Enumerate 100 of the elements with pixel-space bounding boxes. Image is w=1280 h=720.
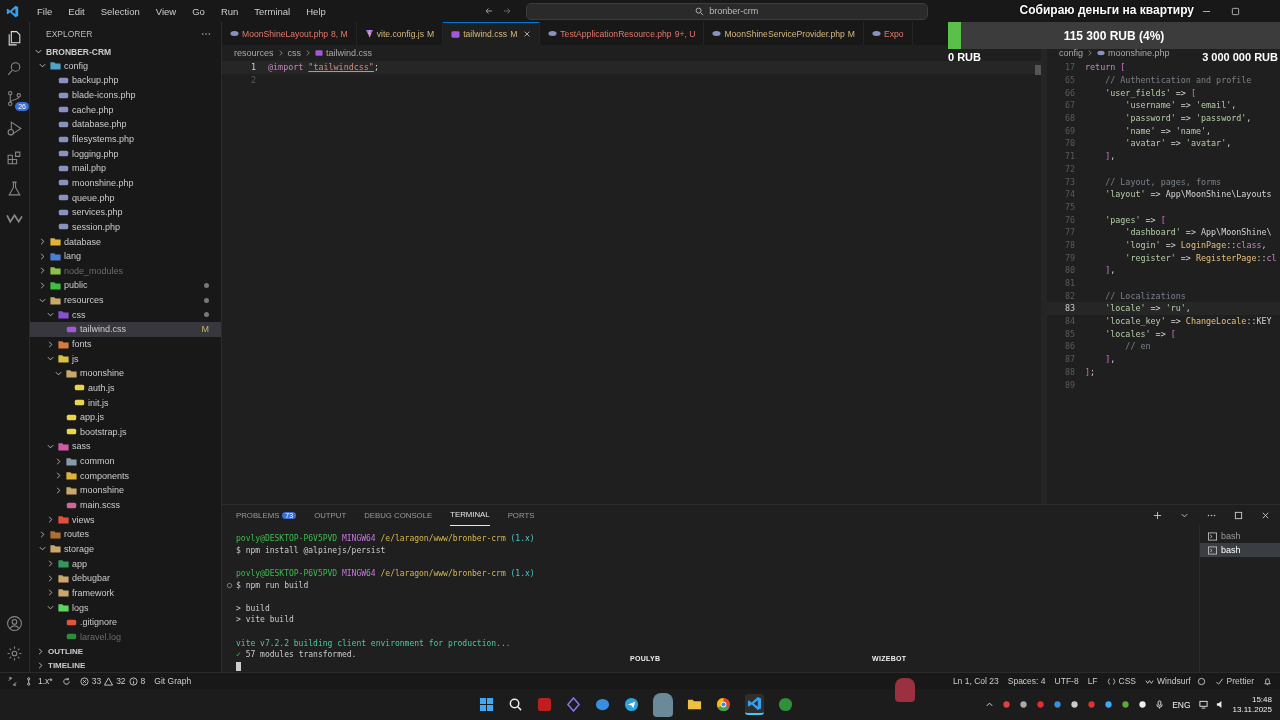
tree-item[interactable]: storage: [30, 541, 221, 557]
flask-icon[interactable]: [6, 180, 23, 197]
breadcrumb-item[interactable]: tailwind.css: [326, 48, 373, 58]
branch-status[interactable]: 1.x*: [26, 676, 53, 686]
chevron-up-icon[interactable]: [985, 700, 995, 709]
status-item[interactable]: CSS: [1106, 676, 1137, 686]
tree-item[interactable]: logging.php: [30, 146, 221, 161]
menu-item[interactable]: Edit: [60, 5, 93, 17]
tree-item[interactable]: public: [30, 278, 221, 293]
clock[interactable]: 15:48 13.11.2025: [1232, 694, 1272, 715]
status-item[interactable]: UTF-8: [1054, 676, 1079, 686]
editor-tab[interactable]: MoonShineLayout.php 8, M: [222, 22, 357, 45]
collapsed-section[interactable]: TIMELINE: [30, 658, 221, 672]
tree-item[interactable]: components: [30, 468, 221, 484]
git-graph-status[interactable]: Git Graph: [154, 676, 192, 686]
tree-item[interactable]: moonshine: [30, 365, 221, 381]
tree-item[interactable]: .gitignore: [30, 614, 221, 630]
tree-item[interactable]: cache.php: [30, 102, 221, 118]
status-item[interactable]: Spaces: 4: [1007, 676, 1046, 686]
tree-item[interactable]: session.php: [30, 219, 221, 235]
tree-item[interactable]: css: [30, 307, 221, 323]
monitor-icon[interactable]: [1198, 700, 1208, 709]
menu-item[interactable]: Go: [184, 5, 213, 17]
menu-item[interactable]: Selection: [92, 5, 148, 17]
close-icon[interactable]: [1261, 510, 1270, 520]
windows-logo-icon[interactable]: [479, 697, 494, 712]
tree-item[interactable]: blade-icons.php: [30, 87, 221, 103]
editor-tab[interactable]: tailwind.css M: [443, 22, 541, 45]
editor-tab[interactable]: Expo: [864, 22, 913, 45]
tree-item[interactable]: mail.php: [30, 161, 221, 176]
tree-item[interactable]: queue.php: [30, 190, 221, 205]
collapsed-section[interactable]: OUTLINE: [30, 644, 221, 659]
terminal-item[interactable]: bash: [1200, 543, 1280, 557]
tree-item[interactable]: tailwind.css M: [30, 322, 221, 337]
breadcrumb-item[interactable]: css: [287, 48, 301, 58]
search-icon[interactable]: [508, 697, 523, 712]
tree-item[interactable]: views: [30, 512, 221, 527]
menu-item[interactable]: View: [147, 5, 185, 17]
tree-item[interactable]: services.php: [30, 204, 221, 220]
breadcrumb-item[interactable]: moonshine.php: [1108, 48, 1170, 58]
terminal-item[interactable]: bash: [1200, 529, 1280, 543]
extensions-icon[interactable]: [6, 150, 23, 167]
tree-item[interactable]: bootstrap.js: [30, 424, 221, 440]
plus-icon[interactable]: [1153, 510, 1162, 520]
tree-item[interactable]: database.php: [30, 117, 221, 132]
remote-icon[interactable]: [8, 676, 17, 686]
taskbar-app[interactable]: [745, 694, 764, 715]
maximize-panel-icon[interactable]: [1234, 510, 1243, 520]
back-arrow-icon[interactable]: [483, 6, 494, 16]
menu-item[interactable]: File: [29, 5, 61, 17]
status-item[interactable]: Windsurf: [1145, 676, 1206, 686]
close-icon[interactable]: [523, 30, 532, 38]
breadcrumb-item[interactable]: config: [1059, 48, 1084, 58]
tree-item[interactable]: config: [30, 58, 221, 74]
tree-item[interactable]: lang: [30, 248, 221, 264]
editor-tab[interactable]: TestApplicationResource.php 9+, U: [540, 22, 705, 45]
bell-icon[interactable]: [1263, 676, 1272, 686]
app-icon[interactable]: [778, 697, 793, 712]
tree-item[interactable]: common: [30, 453, 221, 469]
tree-item[interactable]: resources: [30, 292, 221, 308]
tree-item[interactable]: moonshine: [30, 483, 221, 498]
menu-item[interactable]: Terminal: [246, 5, 299, 17]
microphone-icon[interactable]: [1155, 700, 1165, 709]
tree-item[interactable]: auth.js: [30, 380, 221, 396]
tree-item[interactable]: app.js: [30, 409, 221, 425]
tree-item[interactable]: app: [30, 556, 221, 571]
tree-item[interactable]: debugbar: [30, 570, 221, 586]
editor-tab[interactable]: MoonShineServiceProvider.php M: [704, 22, 864, 45]
chrome-icon[interactable]: [716, 697, 731, 712]
language-indicator[interactable]: ENG: [1172, 699, 1191, 710]
paper-plane-icon[interactable]: [624, 697, 639, 712]
project-title[interactable]: BRONBER-CRM: [46, 46, 112, 57]
problems-status[interactable]: 33 32 8: [79, 676, 146, 686]
tree-item[interactable]: backup.php: [30, 73, 221, 88]
menu-item[interactable]: Run: [212, 5, 247, 17]
tree-item[interactable]: logs: [30, 600, 221, 615]
tree-item[interactable]: moonshine.php: [30, 175, 221, 191]
forward-arrow-icon[interactable]: [501, 6, 512, 16]
tree-item[interactable]: main.scss: [30, 497, 221, 513]
maximize-icon[interactable]: [1231, 6, 1240, 16]
run-debug-icon[interactable]: [6, 120, 23, 137]
account-icon[interactable]: [6, 615, 23, 632]
tree-item[interactable]: filesystems.php: [30, 131, 221, 147]
tree-item[interactable]: framework: [30, 585, 221, 601]
diamond-icon[interactable]: [566, 697, 581, 712]
status-item[interactable]: Ln 1, Col 23: [952, 676, 999, 686]
menu-item[interactable]: Help: [298, 5, 334, 17]
breadcrumb-item[interactable]: resources: [234, 48, 274, 58]
app-icon[interactable]: [537, 697, 552, 712]
command-center[interactable]: bronber-crm: [525, 2, 928, 20]
status-item[interactable]: Prettier: [1214, 676, 1254, 686]
tree-item[interactable]: routes: [30, 527, 221, 542]
tree-item[interactable]: database: [30, 234, 221, 249]
tree-item[interactable]: init.js: [30, 395, 221, 410]
folder-icon[interactable]: [687, 697, 702, 712]
tree-item[interactable]: fonts: [30, 336, 221, 352]
tree-item[interactable]: sass: [30, 439, 221, 454]
tree-item[interactable]: js: [30, 351, 221, 366]
files-icon[interactable]: [6, 30, 23, 47]
sync-icon[interactable]: [61, 676, 71, 686]
